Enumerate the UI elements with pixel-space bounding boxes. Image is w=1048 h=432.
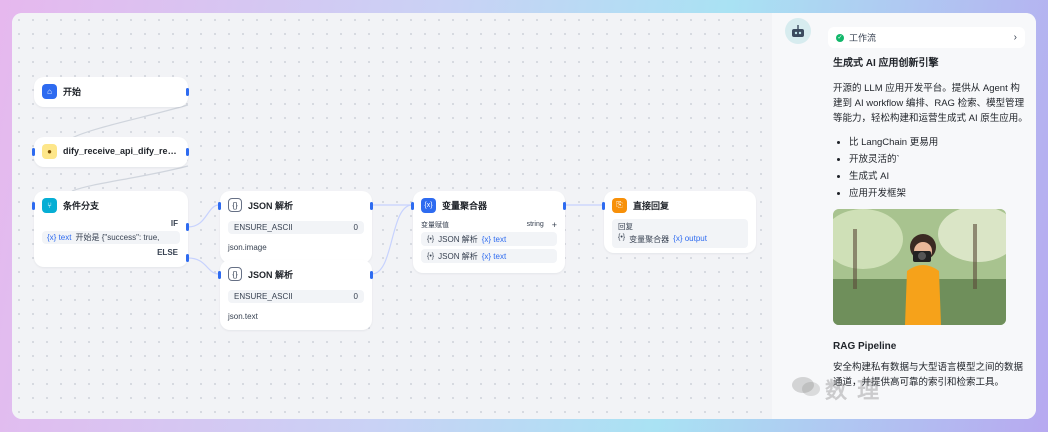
- json-1-param-value: 0: [353, 223, 358, 232]
- branch-if-label: IF: [170, 219, 178, 228]
- edge-api-branch: [71, 165, 189, 192]
- code-icon: {}: [228, 198, 242, 212]
- list-item: 比 LangChain 更易用: [849, 135, 1028, 150]
- code-icon: {•}: [618, 234, 626, 241]
- reply-box[interactable]: 回复 {•} 变量聚合器 {x} output: [612, 219, 748, 248]
- branch-else-label: ELSE: [157, 248, 178, 257]
- aggregator-row-source: JSON 解析: [438, 234, 478, 244]
- node-aggregator-input-handle[interactable]: [411, 202, 414, 210]
- node-json-1[interactable]: {} JSON 解析 ENSURE_ASCII 0 json.image: [218, 191, 373, 263]
- node-reply-input-handle[interactable]: [602, 202, 605, 210]
- node-branch[interactable]: ⑂ 条件分支 IF {x} text 开始是 {"success": true,…: [32, 191, 189, 267]
- node-json-2-input-handle[interactable]: [218, 271, 221, 279]
- watermark-text: 数 理: [825, 378, 882, 403]
- workflow-pill[interactable]: ✓ 工作流 ›: [828, 27, 1025, 48]
- sidebar-bullets: 比 LangChain 更易用 开放灵活的` 生成式 AI 应用开发框架: [833, 135, 1028, 201]
- node-json-2[interactable]: {} JSON 解析 ENSURE_ASCII 0 json.text: [218, 260, 373, 330]
- code-icon: {}: [228, 267, 242, 281]
- node-aggregator-output-handle[interactable]: [563, 202, 566, 210]
- photo-image: [833, 209, 1006, 325]
- sidebar-content: 生成式 AI 应用创新引擎 开源的 LLM 应用开发平台。提供从 Agent 构…: [833, 56, 1028, 390]
- node-reply[interactable]: ⎘ 直接回复 回复 {•} 变量聚合器 {x} output: [602, 191, 756, 253]
- branch-condition-text: 开始是 {"success": true,: [75, 233, 160, 242]
- workflow-canvas[interactable]: ⌂ 开始 ● dify_receive_api_dify_rec... ⑂ 条件…: [12, 13, 772, 419]
- section2-title: RAG Pipeline: [833, 341, 897, 352]
- aggregator-row[interactable]: {•} JSON 解析 {x} text: [421, 249, 557, 263]
- reply-label: 回复: [618, 222, 633, 231]
- aggregator-row-var: {x} text: [481, 251, 507, 261]
- check-circle-icon: ✓: [836, 33, 844, 42]
- json-2-param-row[interactable]: ENSURE_ASCII 0: [228, 290, 364, 303]
- aggregator-row[interactable]: {•} JSON 解析 {x} text: [421, 232, 557, 246]
- branch-icon: ⑂: [42, 197, 57, 213]
- list-item: 生成式 AI: [849, 169, 1028, 184]
- list-item: 开放灵活的`: [849, 152, 1028, 167]
- node-json-1-output-handle[interactable]: [370, 202, 373, 210]
- aggregator-add-button[interactable]: +: [552, 220, 557, 230]
- node-branch-else-handle[interactable]: [186, 254, 189, 262]
- node-branch-title: 条件分支: [63, 200, 100, 211]
- aggregator-row-var: {x} text: [481, 234, 507, 244]
- reply-icon: ⎘: [612, 197, 627, 213]
- json-2-param-value: 0: [353, 292, 358, 301]
- tool-icon: ●: [42, 143, 57, 159]
- node-api-output-handle[interactable]: [186, 148, 189, 156]
- list-item: 应用开发框架: [849, 186, 1028, 201]
- node-json-2-title: JSON 解析: [248, 269, 294, 280]
- edge-json2-agg: [371, 204, 413, 275]
- node-start[interactable]: ⌂ 开始: [34, 77, 189, 107]
- json-2-output: json.text: [228, 312, 258, 321]
- node-json-1-title: JSON 解析: [248, 200, 294, 211]
- aggregator-header: 变量赋值 string +: [413, 219, 565, 230]
- sidebar-paragraph: 开源的 LLM 应用开发平台。提供从 Agent 构建到 AI workflow…: [833, 83, 1028, 124]
- edge-start-api: [71, 104, 189, 139]
- photo-illustration: [833, 209, 1006, 325]
- node-start-output-handle[interactable]: [186, 88, 189, 96]
- sidebar-title: 生成式 AI 应用创新引擎: [833, 58, 939, 69]
- json-1-output: json.image: [228, 243, 267, 252]
- chevron-right-icon: ›: [1013, 32, 1017, 43]
- bot-icon[interactable]: [785, 18, 811, 44]
- node-json-1-input-handle[interactable]: [218, 202, 221, 210]
- node-aggregator[interactable]: {x} 变量聚合器 变量赋值 string + {•} JSON 解析 {x} …: [411, 191, 566, 273]
- sidebar: ✓ 工作流 › 生成式 AI 应用创新引擎 开源的 LLM 应用开发平台。提供从…: [772, 13, 1036, 419]
- variable-icon: {x}: [421, 197, 436, 213]
- aggregator-label: 变量赋值: [421, 221, 449, 229]
- chat-icon: [791, 375, 821, 403]
- node-api-input-handle[interactable]: [32, 148, 35, 156]
- reply-var: {x} output: [673, 234, 707, 243]
- json-1-param-row[interactable]: ENSURE_ASCII 0: [228, 221, 364, 234]
- node-api-title: dify_receive_api_dify_rec...: [63, 146, 180, 156]
- workflow-pill-label: 工作流: [849, 33, 877, 43]
- home-icon: ⌂: [42, 83, 57, 99]
- aggregator-type: string: [526, 221, 544, 228]
- node-json-2-output-handle[interactable]: [370, 271, 373, 279]
- node-branch-if-handle[interactable]: [186, 223, 189, 231]
- aggregator-row-source: JSON 解析: [438, 251, 478, 261]
- app-frame: ⌂ 开始 ● dify_receive_api_dify_rec... ⑂ 条件…: [12, 13, 1036, 419]
- reply-source: 变量聚合器: [629, 235, 670, 244]
- branch-condition[interactable]: {x} text 开始是 {"success": true,: [42, 231, 180, 244]
- code-icon: {•}: [427, 252, 435, 260]
- edge-if-json1: [187, 204, 220, 228]
- json-2-param-name: ENSURE_ASCII: [234, 292, 293, 301]
- reply-variable: {•} 变量聚合器 {x} output: [618, 234, 742, 245]
- watermark: 数 理: [791, 373, 881, 405]
- node-reply-title: 直接回复: [633, 200, 670, 211]
- node-start-title: 开始: [63, 86, 82, 97]
- json-1-param-name: ENSURE_ASCII: [234, 223, 293, 232]
- branch-condition-var: {x} text: [47, 233, 72, 242]
- node-branch-input-handle[interactable]: [32, 202, 35, 210]
- edge-else-json2: [187, 257, 220, 275]
- node-aggregator-title: 变量聚合器: [442, 200, 488, 211]
- code-icon: {•}: [427, 235, 435, 243]
- bot-icon-glyph: [792, 25, 804, 37]
- node-api[interactable]: ● dify_receive_api_dify_rec...: [32, 137, 189, 167]
